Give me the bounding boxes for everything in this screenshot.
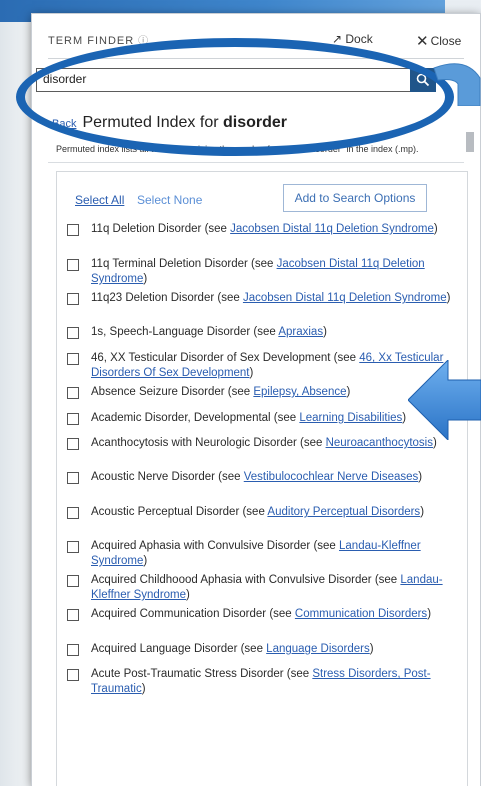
term-tail: )	[346, 386, 351, 398]
background-left-edge	[0, 22, 32, 786]
list-item: Acquired Language Disorder (see Language…	[57, 642, 467, 657]
term-checkbox[interactable]	[67, 259, 79, 271]
list-item: Acoustic Perceptual Disorder (see Audito…	[57, 505, 467, 520]
select-none-link[interactable]: Select None	[137, 193, 202, 207]
term-checkbox[interactable]	[67, 472, 79, 484]
term-checkbox[interactable]	[67, 507, 79, 519]
screenshot-stage: TERM FINDERⓘ ↗ Dock ✕Close Back Permuted…	[0, 0, 481, 786]
term-checkbox[interactable]	[67, 327, 79, 339]
close-button[interactable]: ✕ Close	[416, 32, 461, 50]
curved-arrow-icon	[433, 63, 481, 106]
list-item: 1s, Speech-Language Disorder (see Apraxi…	[57, 325, 467, 340]
term-tail: )	[427, 608, 432, 620]
term-checkbox[interactable]	[67, 438, 79, 450]
term-see-link[interactable]: Communication Disorders	[295, 608, 427, 620]
term-see-link[interactable]: Apraxias	[278, 326, 323, 338]
term-text: Acanthocytosis with Neurologic Disorder …	[91, 437, 326, 449]
term-text: 11q Deletion Disorder (see	[91, 223, 231, 235]
term-tail: )	[369, 643, 374, 655]
scrollbar-thumb[interactable]	[466, 132, 474, 152]
term-see-link[interactable]: Learning Disabilities	[299, 412, 402, 424]
close-icon: ✕	[416, 33, 429, 50]
term-tail: )	[143, 273, 148, 285]
term-see-link[interactable]: Epilepsy, Absence	[253, 386, 346, 398]
select-all-link[interactable]: Select All	[75, 193, 124, 207]
term-see-link[interactable]: Auditory Perceptual Disorders	[267, 506, 420, 518]
term-text: Acquired Communication Disorder (see	[91, 608, 295, 620]
list-item: 46, XX Testicular Disorder of Sex Develo…	[57, 351, 467, 381]
term-checkbox[interactable]	[67, 644, 79, 656]
highlight-oval	[16, 38, 454, 156]
term-text: Academic Disorder, Developmental (see	[91, 412, 300, 424]
term-checkbox[interactable]	[67, 353, 79, 365]
list-item: Acoustic Nerve Disorder (see Vestibuloco…	[57, 470, 467, 485]
term-tail: )	[249, 367, 254, 379]
term-checkbox[interactable]	[67, 541, 79, 553]
list-item: Academic Disorder, Developmental (see Le…	[57, 411, 467, 426]
list-item: Acquired Aphasia with Convulsive Disorde…	[57, 539, 467, 569]
term-tail: )	[402, 412, 407, 424]
list-actions: Select All Select None Add to Search Opt…	[57, 184, 467, 212]
term-checkbox[interactable]	[67, 293, 79, 305]
term-text: Acoustic Nerve Disorder (see	[91, 471, 244, 483]
term-text: Acquired Language Disorder (see	[91, 643, 267, 655]
term-tail: )	[186, 589, 190, 601]
list-item: Absence Seizure Disorder (see Epilepsy, …	[57, 385, 467, 400]
section-divider	[48, 162, 464, 163]
list-item: 11q Terminal Deletion Disorder (see Jaco…	[57, 257, 467, 287]
term-see-link[interactable]: Vestibulocochlear Nerve Diseases	[244, 471, 419, 483]
term-text: 11q Terminal Deletion Disorder (see	[91, 258, 277, 270]
term-text: 46, XX Testicular Disorder of Sex Develo…	[91, 352, 360, 364]
term-tail: )	[143, 555, 148, 567]
term-tail: )	[418, 471, 423, 483]
list-item: Acquired Childhoood Aphasia with Convuls…	[57, 573, 467, 603]
list-item: 11q23 Deletion Disorder (see Jacobsen Di…	[57, 291, 467, 306]
term-checkbox[interactable]	[67, 669, 79, 681]
term-checkbox[interactable]	[67, 387, 79, 399]
term-text: Acoustic Perceptual Disorder (see	[91, 506, 268, 518]
term-tail: )	[323, 326, 327, 338]
term-checkbox[interactable]	[67, 224, 79, 236]
term-text: 1s, Speech-Language Disorder (see	[91, 326, 279, 338]
term-text: Absence Seizure Disorder (see	[91, 386, 254, 398]
term-tail: )	[446, 292, 451, 304]
list-item: Acute Post-Traumatic Stress Disorder (se…	[57, 667, 467, 697]
dock-button[interactable]: ↗ Dock	[332, 32, 373, 46]
permuted-index-list: Select All Select None Add to Search Opt…	[56, 171, 468, 786]
panel-title: TERM FINDER	[48, 35, 135, 47]
add-to-search-options-button[interactable]: Add to Search Options	[283, 184, 427, 212]
dock-label: Dock	[345, 32, 373, 46]
term-checkbox[interactable]	[67, 575, 79, 587]
term-text: Acute Post-Traumatic Stress Disorder (se…	[91, 668, 313, 680]
close-label: Close	[430, 34, 462, 48]
term-see-link[interactable]: Jacobsen Distal 11q Deletion Syndrome	[230, 223, 434, 235]
term-tail: )	[420, 506, 425, 518]
term-tail: )	[141, 683, 146, 695]
term-see-link[interactable]: Jacobsen Distal 11q Deletion Syndrome	[243, 292, 447, 304]
term-text: Acquired Childhoood Aphasia with Convuls…	[91, 574, 401, 586]
list-item: Acanthocytosis with Neurologic Disorder …	[57, 436, 467, 451]
term-checkbox[interactable]	[67, 609, 79, 621]
term-tail: )	[433, 223, 438, 235]
term-see-link[interactable]: Language Disorders	[266, 643, 370, 655]
list-item: Acquired Communication Disorder (see Com…	[57, 607, 467, 622]
term-text: Acquired Aphasia with Convulsive Disorde…	[91, 540, 340, 552]
term-text: 11q23 Deletion Disorder (see	[91, 292, 243, 304]
list-item: 11q Deletion Disorder (see Jacobsen Dist…	[57, 222, 467, 237]
term-checkbox[interactable]	[67, 413, 79, 425]
left-arrow-icon	[408, 360, 481, 440]
